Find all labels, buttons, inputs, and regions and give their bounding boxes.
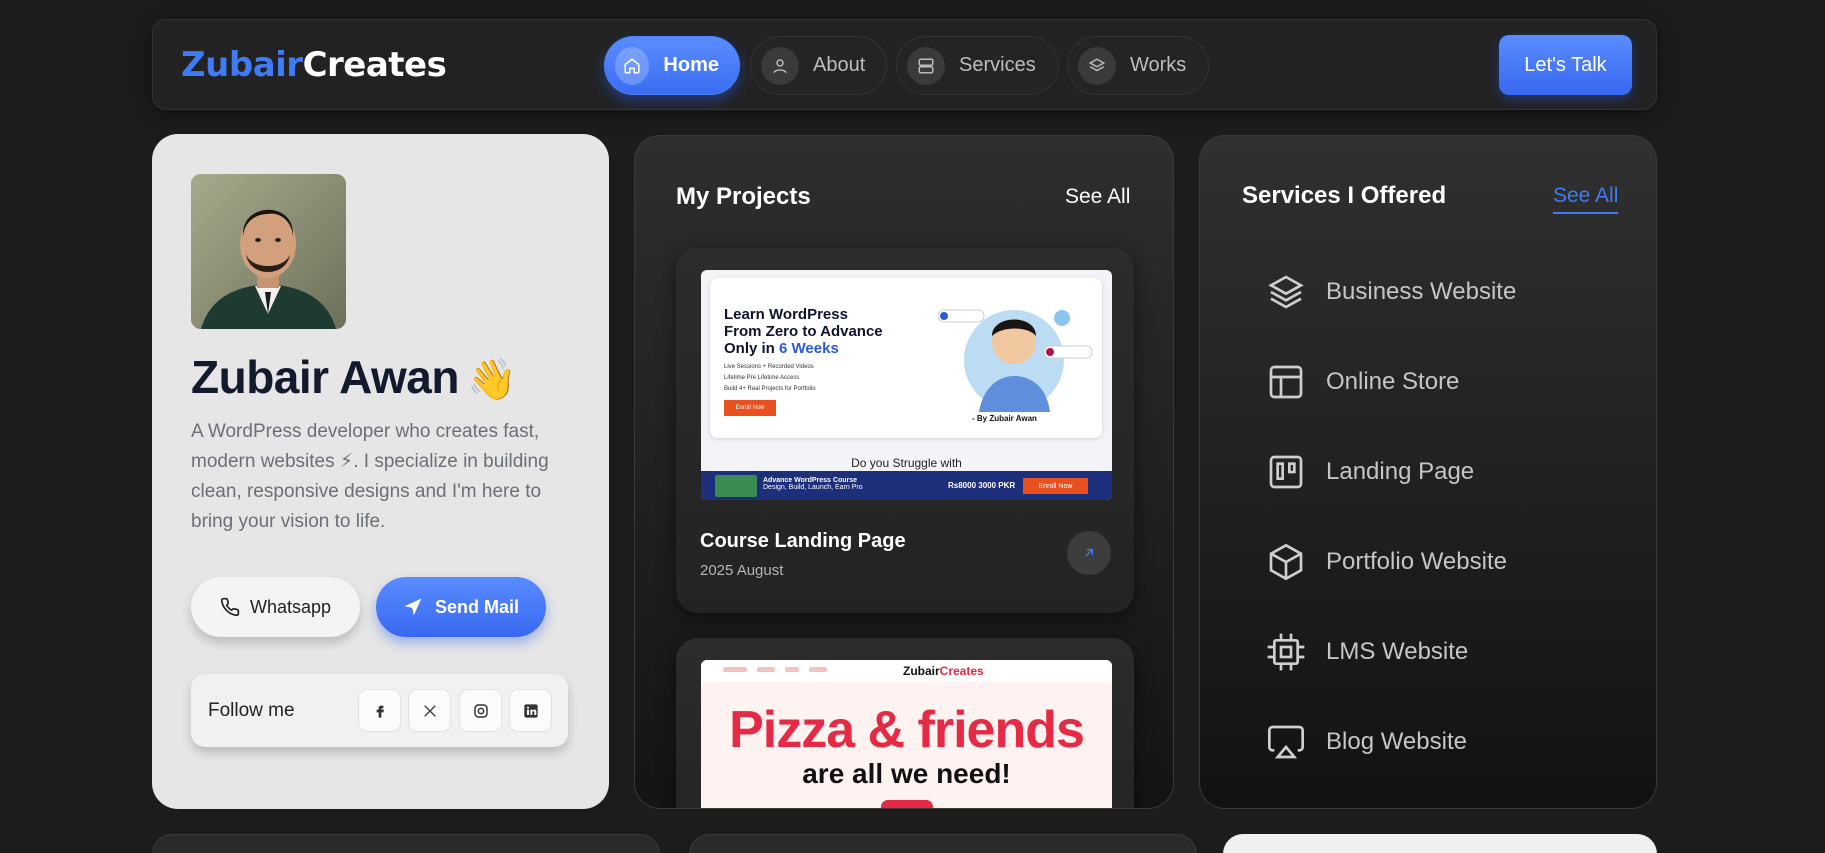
thumb-heading-line3a: Only in [724,340,780,357]
avatar [191,174,346,329]
profile-name: Zubair Awan 👋 [191,350,517,404]
project-card-course[interactable]: Learn WordPress From Zero to Advance Onl… [676,248,1134,613]
thumb-illustration [937,309,1093,412]
wave-emoji: 👋 [466,358,517,402]
nav-about[interactable]: About [750,36,887,95]
bottom-card-peek [152,834,660,853]
box-icon [1269,543,1303,581]
service-blog-website[interactable]: Blog Website [1266,720,1467,764]
send-mail-label: Send Mail [434,596,519,617]
cpu-icon [1267,633,1305,671]
service-label: Business Website [1326,278,1517,305]
linkedin-icon[interactable] [509,689,552,732]
layers-icon [1078,46,1116,85]
brand-logo[interactable]: ZubairCreates [181,45,447,85]
project-thumbnail: Learn WordPress From Zero to Advance Onl… [701,270,1112,500]
services-card: Services I Offered See All Business Webs… [1199,135,1657,809]
thumb-logo: ZubairCreates [903,664,984,678]
send-icon [404,598,422,616]
follow-label: Follow me [208,700,295,721]
thumb-bullet: Live Sessions + Recorded Videos [724,364,814,370]
service-label: Online Store [1326,368,1460,395]
service-label: Landing Page [1326,458,1475,485]
thumb-bar-price: Rs8000 3000 PKR [948,481,1016,490]
nav-home[interactable]: Home [604,36,740,95]
service-online-store[interactable]: Online Store [1266,360,1459,404]
thumb-subline: are all we need! [802,758,1011,789]
projects-title: My Projects [676,183,811,210]
nav-about-label: About [813,54,866,76]
server-icon [907,46,945,85]
home-icon [615,46,650,85]
service-label: Blog Website [1326,728,1467,755]
thumb-enroll-button: Enroll Now [724,400,776,416]
follow-bar: Follow me [191,674,568,747]
thumb-question: Do you Struggle with [851,456,962,470]
services-see-all-link[interactable]: See All [1553,184,1619,214]
send-mail-button[interactable]: Send Mail [376,577,546,637]
bottom-card-peek [1223,834,1657,853]
service-landing-page[interactable]: Landing Page [1266,450,1474,494]
project-card-pizza[interactable]: ZubairCreates Pizza & friends are all we… [676,638,1134,808]
whatsapp-label: Whatsapp [249,596,332,617]
thumb-bullet: Lifetime Pre Lifetime Access [724,375,800,381]
layout-icon [1269,365,1303,399]
airplay-icon [1268,725,1304,759]
service-portfolio-website[interactable]: Portfolio Website [1266,540,1507,584]
service-business-website[interactable]: Business Website [1266,270,1516,314]
service-label: LMS Website [1326,638,1469,665]
service-label: Portfolio Website [1326,548,1507,575]
lets-talk-button[interactable]: Let's Talk [1499,35,1632,95]
open-project-button[interactable] [1067,531,1111,575]
arrow-up-right-icon [1085,549,1093,557]
facebook-icon[interactable] [358,689,401,732]
nav-home-label: Home [663,54,719,76]
profile-name-text: Zubair Awan [191,351,459,403]
thumb-bar-enroll: Enroll Now [1023,478,1088,494]
nav-services[interactable]: Services [896,36,1059,95]
thumb-bar-title: Advance WordPress Course [763,477,858,484]
profile-bio: A WordPress developer who creates fast, … [191,421,549,532]
navbar: ZubairCreates Home About Services Works … [152,19,1657,110]
user-icon [761,46,799,85]
thumb-headline: Pizza & friends [729,701,1085,759]
thumb-heading-line2: From Zero to Advance [724,323,883,340]
kanban-icon [1269,455,1303,489]
layers-icon [1268,275,1304,309]
thumb-promo-bar: Advance WordPress Course Design, Build, … [701,471,1112,500]
nav-works-label: Works [1130,54,1187,76]
service-lms-website[interactable]: LMS Website [1266,630,1468,674]
profile-card: Zubair Awan 👋 A WordPress developer who c… [152,134,609,809]
project-thumbnail: ZubairCreates Pizza & friends are all we… [701,660,1112,808]
phone-icon [220,597,240,617]
projects-see-all-link[interactable]: See All [1065,185,1130,209]
nav-services-label: Services [959,54,1036,76]
thumb-heading-line1: Learn WordPress [724,306,848,323]
thumb-bullet: Build 4+ Real Projects for Portfolio [724,386,816,392]
instagram-icon[interactable] [459,689,502,732]
project-title: Course Landing Page [700,530,906,552]
nav-works[interactable]: Works [1067,36,1209,95]
brand-logo-part2: Creates [302,45,447,85]
thumb-cta-pill [881,800,933,808]
x-icon[interactable] [408,689,451,732]
thumb-author: - By Zubair Awan [972,414,1037,423]
project-date: 2025 August [700,562,784,579]
thumb-bar-sub: Design, Build, Launch, Earn Pro [763,484,863,491]
services-title: Services I Offered [1242,182,1447,209]
whatsapp-button[interactable]: Whatsapp [191,577,360,637]
projects-card: My Projects See All Learn WordPress From… [634,135,1174,809]
bottom-card-peek [689,834,1197,853]
brand-logo-part1: Zubair [181,45,303,85]
thumb-heading-line3b: 6 Weeks [779,340,839,357]
